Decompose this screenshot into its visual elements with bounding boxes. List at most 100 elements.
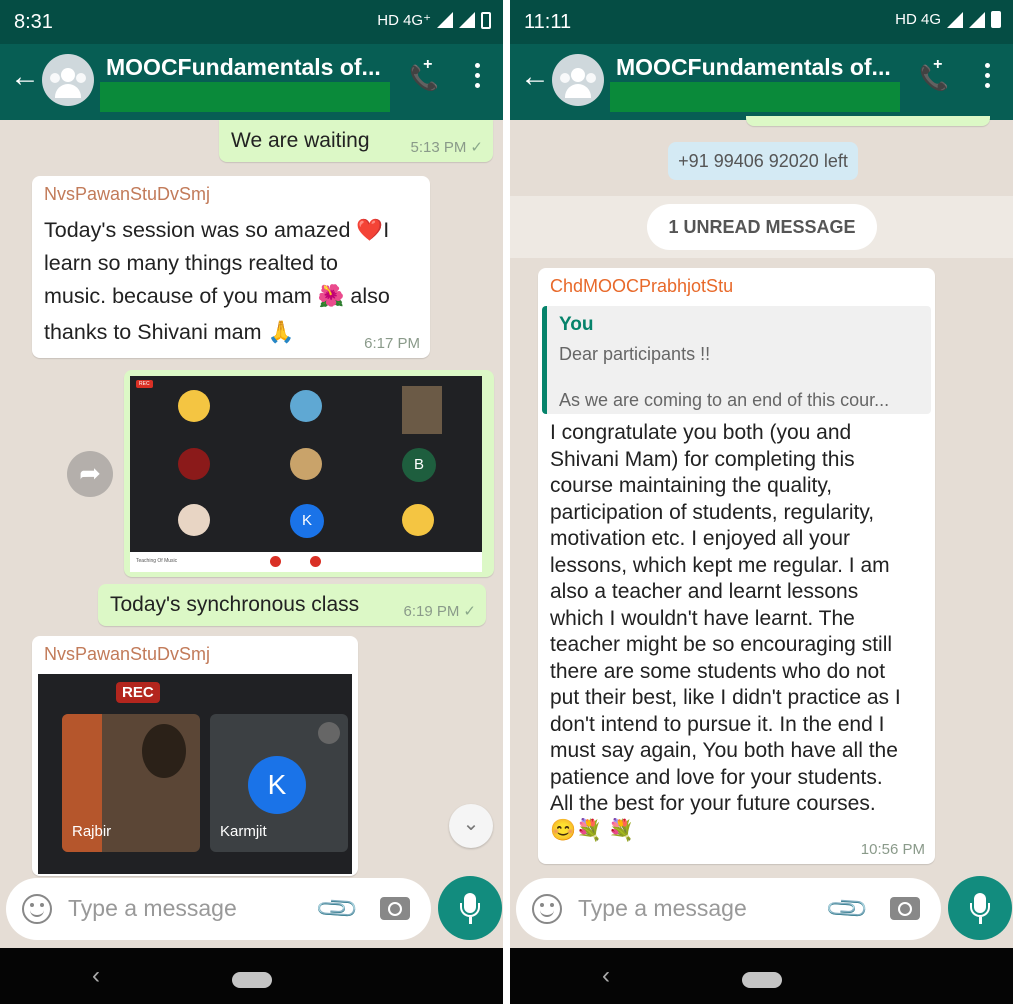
- message-line: motivation etc. I enjoyed all your: [550, 527, 850, 550]
- message-input[interactable]: Type a message: [578, 895, 747, 922]
- participant-name: Rajbir: [72, 823, 112, 840]
- status-icons: HD 4G⁺: [377, 11, 491, 29]
- back-arrow-icon[interactable]: ←: [520, 62, 550, 92]
- message-line: don't intend to pursue it. In the end I: [550, 712, 885, 736]
- system-notice: +91 99406 92020 left: [668, 142, 858, 180]
- attach-icon[interactable]: 📎: [823, 885, 871, 933]
- message-line: teacher might be so encouraging still: [550, 633, 893, 656]
- message-line: there are some students who do not: [550, 659, 886, 683]
- signal-icon: [437, 12, 453, 28]
- sender-name: NvsPawanStuDvSmj: [44, 184, 211, 204]
- redacted-subtitle: [100, 82, 390, 112]
- message-composer[interactable]: Type a message 📎: [6, 878, 431, 940]
- left-phone-screen: 8:31 HD 4G⁺ ← MOOCFundamentals of... 📞 + …: [0, 0, 503, 1004]
- attach-icon[interactable]: 📎: [313, 885, 361, 933]
- outgoing-message-partial: [746, 116, 990, 126]
- chat-header: ← MOOCFundamentals of... 📞 +: [510, 44, 1013, 120]
- message-line: music. because of you mam 🌺 also: [44, 284, 390, 308]
- incoming-message[interactable]: NvsPawanStuDvSmj Today's session was so …: [32, 176, 430, 358]
- mic-icon[interactable]: [948, 876, 1012, 940]
- unread-divider: 1 UNREAD MESSAGE: [510, 196, 1013, 258]
- message-text: We are waiting: [231, 129, 370, 152]
- chat-title[interactable]: MOOCFundamentals of...: [616, 54, 891, 81]
- emoji-icon[interactable]: [532, 894, 562, 924]
- message-time: 6:19 PM ✓: [403, 603, 476, 620]
- message-line: All the best for your future courses.: [550, 792, 876, 815]
- nav-back-icon[interactable]: ‹: [92, 962, 100, 990]
- image-time: 6:18 PM ✓: [396, 550, 474, 567]
- forward-icon[interactable]: ➦: [67, 451, 113, 497]
- system-nav-bar: ‹: [510, 948, 1013, 1004]
- message-line: course maintaining the quality,: [550, 474, 833, 497]
- status-bar: 11:11 HD 4G: [510, 0, 1013, 44]
- mic-icon[interactable]: [438, 876, 502, 940]
- incoming-message[interactable]: ChdMOOCPrabhjotStu You Dear participants…: [538, 268, 935, 864]
- participant-avatar: [290, 448, 322, 480]
- rec-badge: REC: [136, 380, 153, 388]
- message-line: Shivani Mam) for completing this: [550, 447, 855, 471]
- mic-off-icon: [270, 556, 281, 567]
- message-line: also a teacher and learnt lessons: [550, 580, 859, 603]
- group-avatar-icon[interactable]: [552, 54, 604, 106]
- sender-name: NvsPawanStuDvSmj: [44, 644, 211, 664]
- participant-avatar: [290, 390, 322, 422]
- nav-home-icon[interactable]: [742, 972, 782, 988]
- message-input[interactable]: Type a message: [68, 895, 237, 922]
- scroll-down-icon[interactable]: ⌄: [449, 804, 493, 848]
- participant-avatar-letter: K: [248, 756, 306, 814]
- network-indicator: HD 4G⁺: [377, 12, 431, 29]
- meeting-screenshot[interactable]: REC B K Teaching Of Music 6:18 PM ✓: [130, 376, 482, 572]
- camera-icon[interactable]: [380, 897, 410, 920]
- meeting-screenshot[interactable]: REC Rajbir K Karmjit: [38, 674, 352, 874]
- signal-icon: [947, 11, 963, 28]
- signal-icon-2: [969, 11, 985, 28]
- mic-off-icon: [318, 722, 340, 744]
- incoming-image-message[interactable]: NvsPawanStuDvSmj REC Rajbir K Karmjit: [32, 636, 358, 876]
- nav-back-icon[interactable]: ‹: [602, 962, 610, 990]
- chat-title[interactable]: MOOCFundamentals of...: [106, 54, 381, 81]
- status-time: 8:31: [14, 11, 53, 33]
- meeting-name: Teaching Of Music: [136, 558, 178, 564]
- message-line: must say again, You both have all the: [550, 739, 898, 762]
- menu-dots-icon[interactable]: [985, 58, 991, 93]
- participant-avatar: [402, 504, 434, 536]
- message-composer[interactable]: Type a message 📎: [516, 878, 941, 940]
- unread-count-badge: 1 UNREAD MESSAGE: [647, 204, 877, 250]
- signal-icon-2: [459, 12, 475, 28]
- menu-dots-icon[interactable]: [475, 58, 481, 93]
- sender-name: ChdMOOCPrabhjotStu: [550, 276, 734, 296]
- redacted-subtitle: [610, 82, 900, 112]
- outgoing-message[interactable]: Today's synchronous class 6:19 PM ✓: [98, 584, 486, 626]
- back-arrow-icon[interactable]: ←: [10, 62, 40, 92]
- group-avatar-icon[interactable]: [42, 54, 94, 106]
- chat-header: ← MOOCFundamentals of... 📞 +: [0, 44, 503, 120]
- quote-line: Dear participants !!: [559, 344, 711, 364]
- message-line: patience and love for your students.: [550, 765, 883, 789]
- rec-badge: REC: [116, 682, 160, 703]
- participant-avatar: [178, 390, 210, 422]
- system-nav-bar: ‹: [0, 948, 503, 1004]
- status-time: 11:11: [524, 11, 572, 33]
- message-line: which I wouldn't have learnt. The: [550, 606, 855, 630]
- right-phone-screen: 11:11 HD 4G ← MOOCFundamentals of... 📞 + …: [510, 0, 1013, 1004]
- outgoing-image-message[interactable]: REC B K Teaching Of Music 6:18 PM ✓: [124, 370, 494, 577]
- participant-video: [402, 386, 442, 434]
- participant-avatar: [178, 448, 210, 480]
- message-time: 10:56 PM: [860, 841, 925, 858]
- add-call-icon[interactable]: 📞 +: [919, 56, 949, 93]
- message-time: 5:13 PM ✓: [410, 139, 483, 156]
- quoted-message[interactable]: You Dear participants !! As we are comin…: [542, 306, 931, 414]
- camera-icon[interactable]: [890, 897, 920, 920]
- message-line: thanks to Shivani mam 🙏: [44, 320, 295, 344]
- message-line: participation of students, regularity,: [550, 500, 875, 524]
- nav-home-icon[interactable]: [232, 972, 272, 988]
- participant-avatar-letter: K: [290, 504, 324, 538]
- outgoing-message[interactable]: We are waiting 5:13 PM ✓: [219, 120, 493, 162]
- battery-icon: [481, 11, 491, 29]
- message-text: Today's synchronous class: [110, 593, 360, 616]
- emoji-icon[interactable]: [22, 894, 52, 924]
- message-line: 😊💐 💐: [550, 818, 635, 842]
- battery-icon: [991, 11, 1001, 28]
- add-call-icon[interactable]: 📞 +: [409, 56, 439, 93]
- message-line: I congratulate you both (you and: [550, 421, 852, 444]
